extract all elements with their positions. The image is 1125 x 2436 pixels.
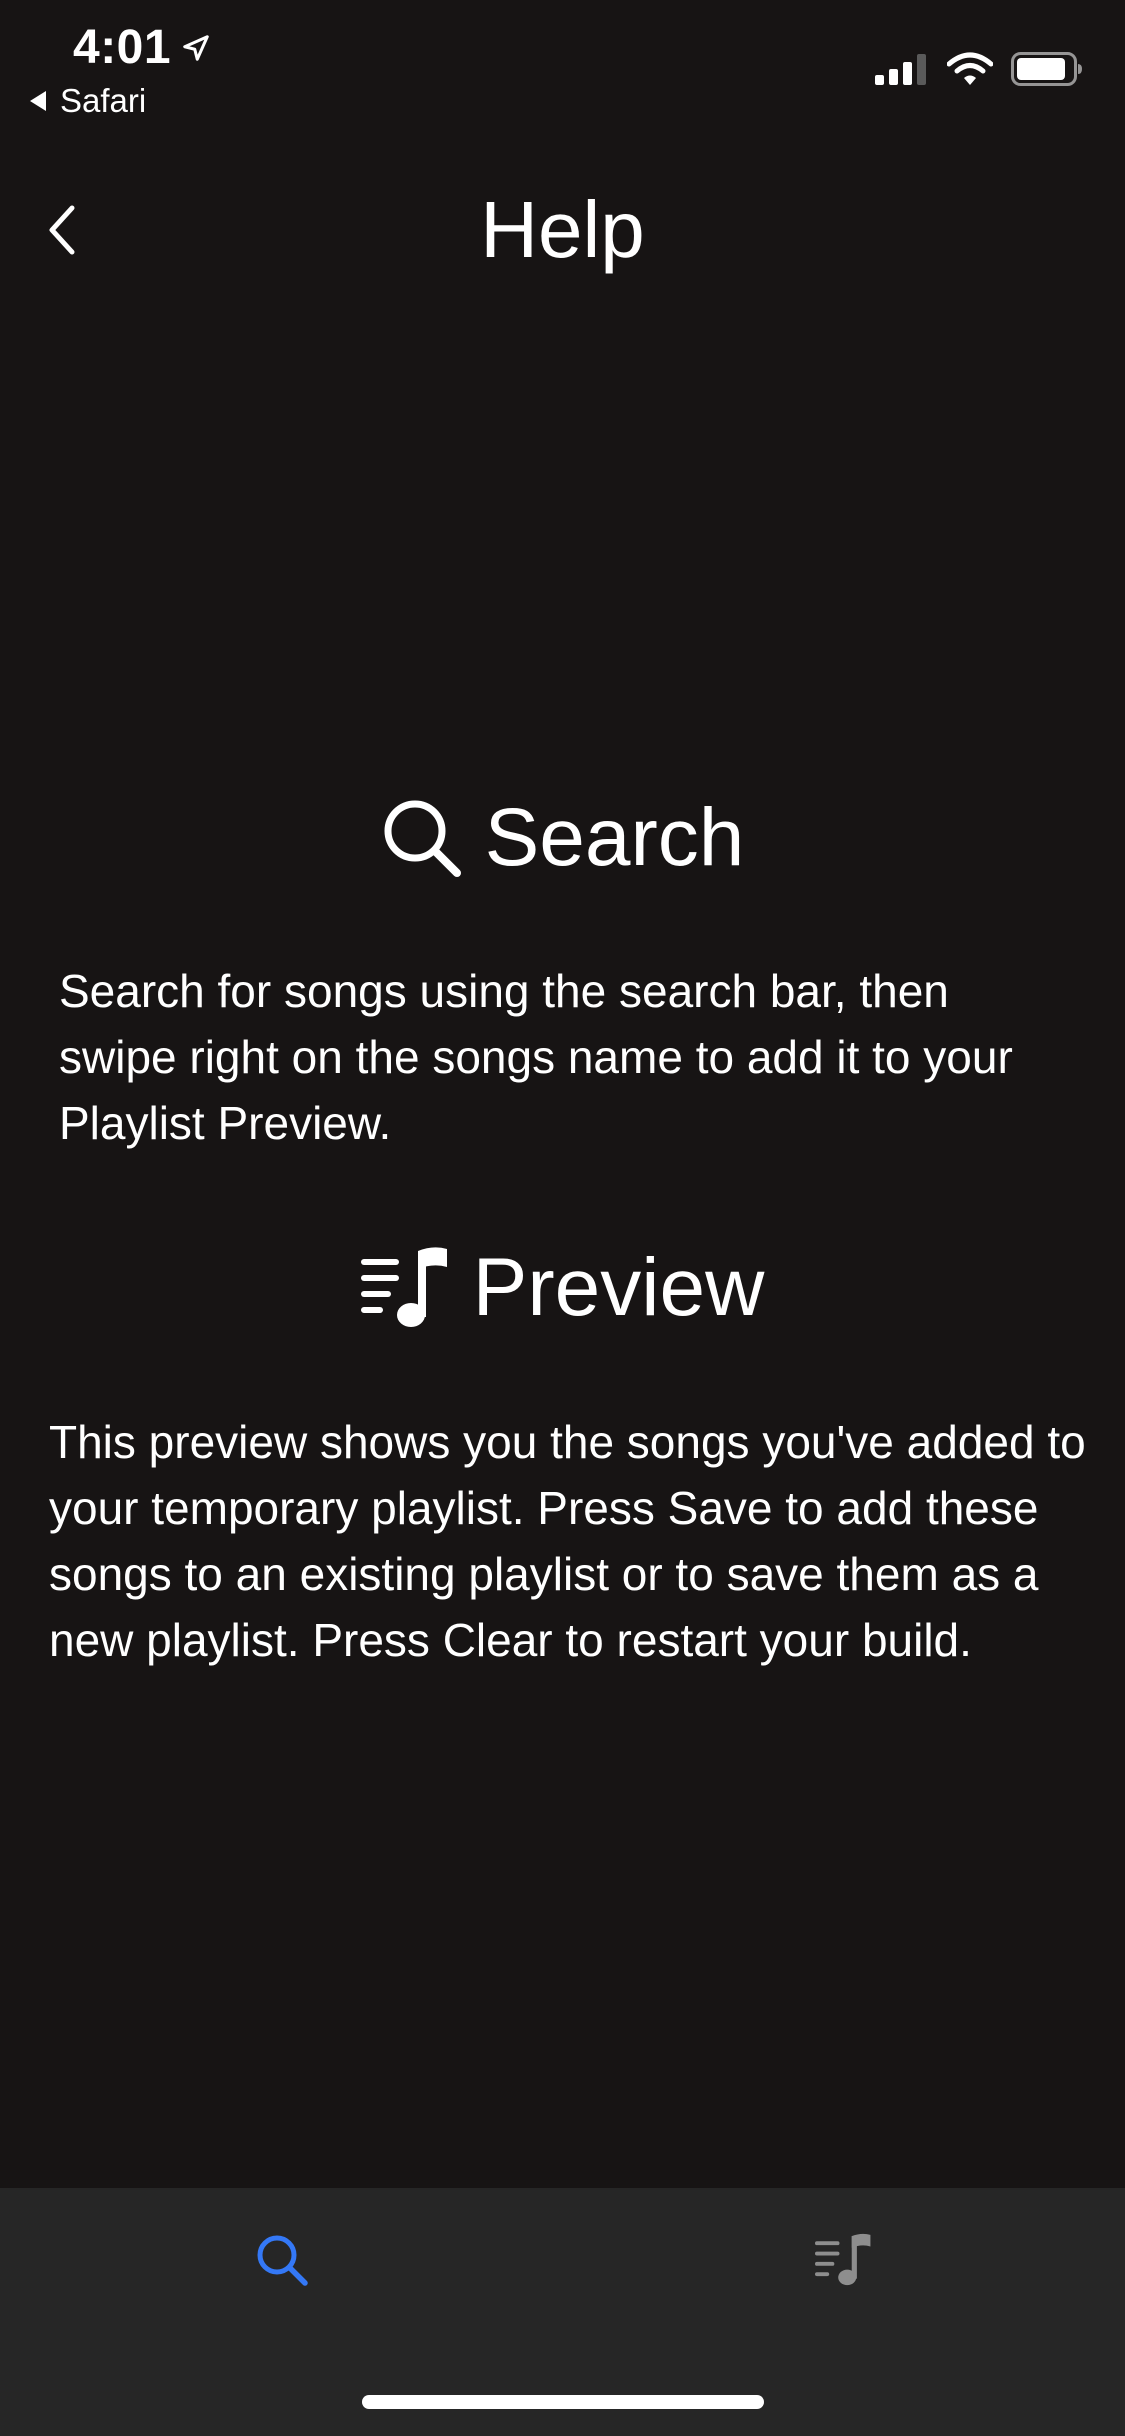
home-indicator[interactable] — [362, 2395, 764, 2409]
search-icon — [257, 2235, 308, 2286]
page-title: Help — [480, 185, 645, 274]
tab-search[interactable] — [222, 2212, 342, 2308]
search-section-title: Search — [484, 792, 745, 883]
playlist-icon — [360, 1245, 451, 1331]
battery-icon — [1011, 52, 1082, 86]
preview-section-heading: Preview — [0, 1240, 1125, 1336]
status-time-text: 4:01 — [73, 21, 172, 74]
back-triangle-icon — [30, 91, 46, 111]
search-section-heading: Search — [0, 790, 1125, 886]
tab-preview[interactable] — [784, 2212, 904, 2308]
search-icon — [381, 797, 463, 879]
back-to-app[interactable]: Safari — [30, 82, 146, 120]
status-time: 4:01 — [73, 20, 211, 75]
cellular-signal-icon — [875, 54, 926, 85]
location-arrow-icon — [183, 34, 209, 61]
wifi-icon — [947, 52, 993, 85]
search-section-body: Search for songs using the search bar, t… — [59, 965, 1013, 1149]
back-app-label: Safari — [60, 82, 147, 119]
preview-section-body: This preview shows you the songs you've … — [49, 1416, 1086, 1666]
preview-section-title: Preview — [472, 1242, 765, 1333]
status-indicators — [857, 52, 1083, 86]
playlist-icon — [815, 2233, 871, 2286]
